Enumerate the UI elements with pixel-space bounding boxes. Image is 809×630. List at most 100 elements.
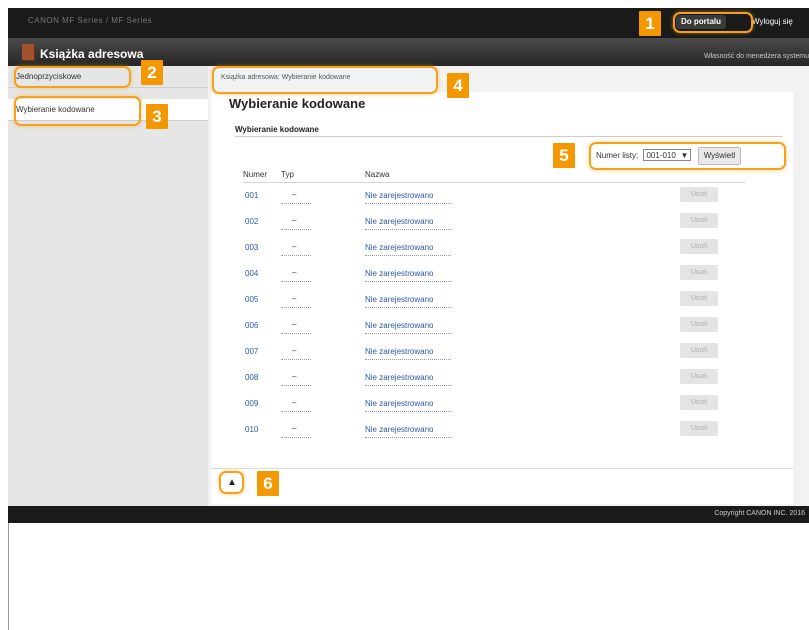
callout-badge: 3 bbox=[146, 104, 168, 129]
delete-button[interactable]: Usuń bbox=[680, 265, 718, 280]
delete-button[interactable]: Usuń bbox=[680, 187, 718, 202]
row-number-link[interactable]: 007 bbox=[245, 347, 258, 356]
row-number-link[interactable]: 004 bbox=[245, 269, 258, 278]
app-title: Książka adresowa bbox=[40, 47, 144, 61]
callout-badge: 6 bbox=[257, 471, 279, 496]
row-type: – bbox=[292, 294, 297, 303]
row-divider bbox=[281, 437, 311, 438]
table-row: 004 – Nie zarejestrowano Usuń bbox=[243, 263, 743, 287]
highlight-one-touch bbox=[14, 66, 131, 88]
delete-button[interactable]: Usuń bbox=[680, 421, 718, 436]
delete-button[interactable]: Usuń bbox=[680, 213, 718, 228]
row-divider bbox=[365, 203, 451, 204]
row-divider bbox=[365, 437, 451, 438]
row-divider bbox=[281, 333, 311, 334]
highlight-list-number bbox=[589, 142, 786, 170]
table-row: 005 – Nie zarejestrowano Usuń bbox=[243, 289, 743, 313]
row-name-link[interactable]: Nie zarejestrowano bbox=[365, 243, 433, 252]
content-divider bbox=[211, 468, 793, 469]
row-divider bbox=[281, 385, 311, 386]
row-number-link[interactable]: 002 bbox=[245, 217, 258, 226]
row-name-link[interactable]: Nie zarejestrowano bbox=[365, 425, 433, 434]
address-book-icon bbox=[22, 44, 34, 60]
section-title: Wybieranie kodowane bbox=[235, 125, 319, 134]
page-title: Wybieranie kodowane bbox=[229, 96, 366, 111]
section-divider bbox=[235, 136, 783, 137]
table-row: 010 – Nie zarejestrowano Usuń bbox=[243, 419, 743, 443]
header-divider bbox=[243, 182, 745, 183]
row-type: – bbox=[292, 268, 297, 277]
row-name-link[interactable]: Nie zarejestrowano bbox=[365, 347, 433, 356]
highlight-coded-dial bbox=[14, 96, 141, 126]
row-number-link[interactable]: 010 bbox=[245, 425, 258, 434]
row-name-link[interactable]: Nie zarejestrowano bbox=[365, 191, 433, 200]
delete-button[interactable]: Usuń bbox=[680, 369, 718, 384]
row-divider bbox=[281, 281, 311, 282]
callout-badge: 4 bbox=[447, 73, 469, 98]
row-divider bbox=[281, 307, 311, 308]
column-header-name: Nazwa bbox=[365, 170, 390, 179]
row-type: – bbox=[292, 398, 297, 407]
row-divider bbox=[365, 255, 451, 256]
row-number-link[interactable]: 005 bbox=[245, 295, 258, 304]
row-divider bbox=[365, 229, 451, 230]
highlight-back-to-top bbox=[219, 471, 244, 494]
row-number-link[interactable]: 008 bbox=[245, 373, 258, 382]
row-type: – bbox=[292, 372, 297, 381]
delete-button[interactable]: Usuń bbox=[680, 317, 718, 332]
callout-badge: 5 bbox=[553, 143, 575, 168]
table-row: 003 – Nie zarejestrowano Usuń bbox=[243, 237, 743, 261]
delete-button[interactable]: Usuń bbox=[680, 395, 718, 410]
row-number-link[interactable]: 006 bbox=[245, 321, 258, 330]
column-header-number: Numer bbox=[243, 170, 268, 179]
row-divider bbox=[365, 411, 451, 412]
row-divider bbox=[281, 359, 311, 360]
callout-badge: 2 bbox=[141, 60, 163, 85]
copyright-text: Copyright CANON INC. 2016 bbox=[714, 510, 805, 517]
delete-button[interactable]: Usuń bbox=[680, 239, 718, 254]
table-row: 006 – Nie zarejestrowano Usuń bbox=[243, 315, 743, 339]
row-name-link[interactable]: Nie zarejestrowano bbox=[365, 217, 433, 226]
device-name: CANON MF Series / MF Series bbox=[28, 16, 153, 25]
highlight-portal-button bbox=[673, 12, 753, 33]
row-type: – bbox=[292, 424, 297, 433]
table-row: 009 – Nie zarejestrowano Usuń bbox=[243, 393, 743, 417]
row-divider bbox=[281, 229, 311, 230]
row-number-link[interactable]: 001 bbox=[245, 191, 258, 200]
row-divider bbox=[281, 203, 311, 204]
row-type: – bbox=[292, 190, 297, 199]
column-header-type: Typ bbox=[281, 170, 294, 179]
table-row: 002 – Nie zarejestrowano Usuń bbox=[243, 211, 743, 235]
table-row: 001 – Nie zarejestrowano Usuń bbox=[243, 185, 743, 209]
delete-button[interactable]: Usuń bbox=[680, 291, 718, 306]
blank-area bbox=[8, 523, 809, 630]
permission-text: Własność do menedżera systemu bbox=[703, 53, 809, 60]
footer: Copyright CANON INC. 2016 bbox=[8, 506, 809, 523]
row-divider bbox=[365, 307, 451, 308]
row-name-link[interactable]: Nie zarejestrowano bbox=[365, 295, 433, 304]
row-type: – bbox=[292, 346, 297, 355]
logout-link[interactable]: Wyloguj się bbox=[752, 17, 793, 26]
row-divider bbox=[365, 359, 451, 360]
delete-button[interactable]: Usuń bbox=[680, 343, 718, 358]
table-row: 007 – Nie zarejestrowano Usuń bbox=[243, 341, 743, 365]
highlight-breadcrumb bbox=[212, 66, 438, 94]
sidebar: Jednoprzyciskowe Wybieranie kodowane bbox=[8, 66, 208, 506]
row-number-link[interactable]: 009 bbox=[245, 399, 258, 408]
table-row: 008 – Nie zarejestrowano Usuń bbox=[243, 367, 743, 391]
row-name-link[interactable]: Nie zarejestrowano bbox=[365, 269, 433, 278]
row-number-link[interactable]: 003 bbox=[245, 243, 258, 252]
row-divider bbox=[365, 333, 451, 334]
row-name-link[interactable]: Nie zarejestrowano bbox=[365, 321, 433, 330]
page-header: Książka adresowa Własność do menedżera s… bbox=[8, 38, 809, 66]
row-type: – bbox=[292, 216, 297, 225]
callout-badge: 1 bbox=[639, 11, 661, 36]
row-divider bbox=[365, 281, 451, 282]
row-type: – bbox=[292, 320, 297, 329]
row-divider bbox=[281, 255, 311, 256]
row-name-link[interactable]: Nie zarejestrowano bbox=[365, 399, 433, 408]
row-divider bbox=[365, 385, 451, 386]
row-name-link[interactable]: Nie zarejestrowano bbox=[365, 373, 433, 382]
row-type: – bbox=[292, 242, 297, 251]
row-divider bbox=[281, 411, 311, 412]
